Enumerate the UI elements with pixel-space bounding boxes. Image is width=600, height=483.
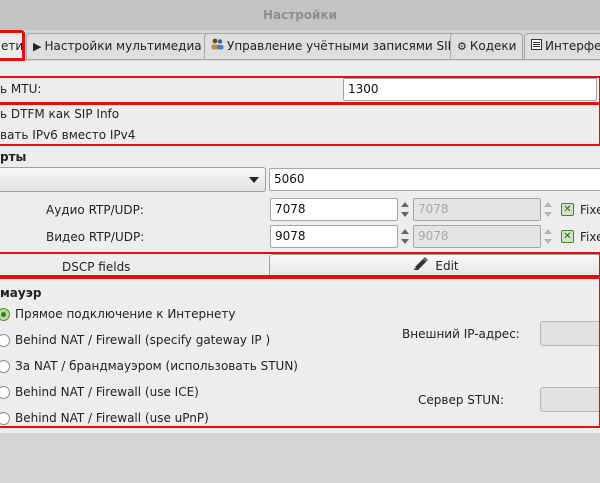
video-fixed-checkbox[interactable]: ✕ — [561, 230, 574, 243]
tab-label: ети — [1, 39, 24, 53]
video-rtp-max-field: 9078 — [413, 225, 541, 248]
sip-transport-select[interactable] — [0, 167, 266, 192]
stun-server-label: Сервер STUN: — [418, 393, 505, 407]
audio-rtp-max-field: 7078 — [413, 198, 541, 221]
nat-gateway-label[interactable]: Behind NAT / Firewall (specify gateway I… — [15, 333, 270, 347]
video-rtp-label: Видео RTP/UDP: — [46, 230, 145, 244]
audio-rtp-label: Аудио RTP/UDP: — [46, 203, 144, 217]
window-titlebar: Настройки — [0, 0, 600, 30]
ipv6-label[interactable]: вать IPv6 вместо IPv4 — [0, 128, 135, 142]
dscp-fields-label: DSCP fields — [62, 260, 131, 274]
stun-server-field — [540, 387, 600, 412]
audio-fixed-label: Fixe — [580, 203, 600, 217]
window-title: Настройки — [262, 8, 337, 22]
audio-rtp-max-spinner — [542, 198, 554, 221]
dscp-edit-button[interactable]: Edit — [269, 254, 600, 279]
tab-label: Настройки мультимедиа — [44, 39, 202, 53]
chevron-down-icon — [249, 177, 259, 183]
mtu-label: ь MTU: — [0, 82, 42, 96]
audio-rtp-min-field[interactable]: 7078 — [270, 198, 398, 221]
gear-icon: ⚙ — [457, 40, 467, 53]
nat-upnp-label[interactable]: Behind NAT / Firewall (use uPnP) — [15, 411, 209, 425]
external-ip-label: Внешний IP-адрес: — [402, 327, 520, 341]
tab-label: Кодеки — [469, 39, 517, 53]
direct-connection-label[interactable]: Прямое подключение к Интернету — [15, 307, 235, 321]
video-rtp-max-spinner — [542, 225, 554, 248]
tab-interface[interactable]: Интерфей — [524, 33, 600, 59]
users-icon — [211, 35, 224, 59]
nat-ice-label[interactable]: Behind NAT / Firewall (use ICE) — [15, 385, 199, 399]
window-icon — [531, 35, 542, 59]
tab-multimedia[interactable]: ▶ Настройки мультимедиа — [26, 33, 209, 59]
audio-rtp-min-spinner[interactable] — [399, 198, 411, 221]
mtu-field[interactable]: 1300 — [343, 78, 597, 101]
video-rtp-min-field[interactable]: 9078 — [270, 225, 398, 248]
dtmf-sip-info-label[interactable]: ь DTFM как SIP Info — [0, 107, 119, 121]
tab-sip-accounts[interactable]: Управление учётными записями SIP — [204, 33, 462, 59]
sip-port-field[interactable]: 5060 — [269, 168, 600, 191]
ports-heading: рты — [0, 150, 27, 164]
dialog-footer — [0, 433, 600, 483]
play-icon: ▶ — [33, 40, 42, 53]
external-ip-field — [540, 321, 600, 346]
audio-fixed-checkbox[interactable]: ✕ — [561, 203, 574, 216]
tab-label: Управление учётными записями SIP — [227, 39, 455, 53]
video-fixed-label: Fixe — [580, 230, 600, 244]
edit-button-label: Edit — [435, 259, 459, 273]
firewall-heading: мауэр — [0, 286, 42, 300]
pencil-icon — [413, 255, 429, 278]
nat-stun-label[interactable]: За NAT / брандмауэром (использовать STUN… — [15, 359, 298, 373]
tab-network[interactable]: ети — [0, 30, 25, 61]
tab-label: Интерфей — [545, 39, 600, 53]
tab-codecs[interactable]: ⚙ Кодеки — [450, 33, 524, 59]
tab-bar: ▶ Настройки мультимедиа Управление учётны… — [0, 30, 600, 61]
video-rtp-min-spinner[interactable] — [399, 225, 411, 248]
